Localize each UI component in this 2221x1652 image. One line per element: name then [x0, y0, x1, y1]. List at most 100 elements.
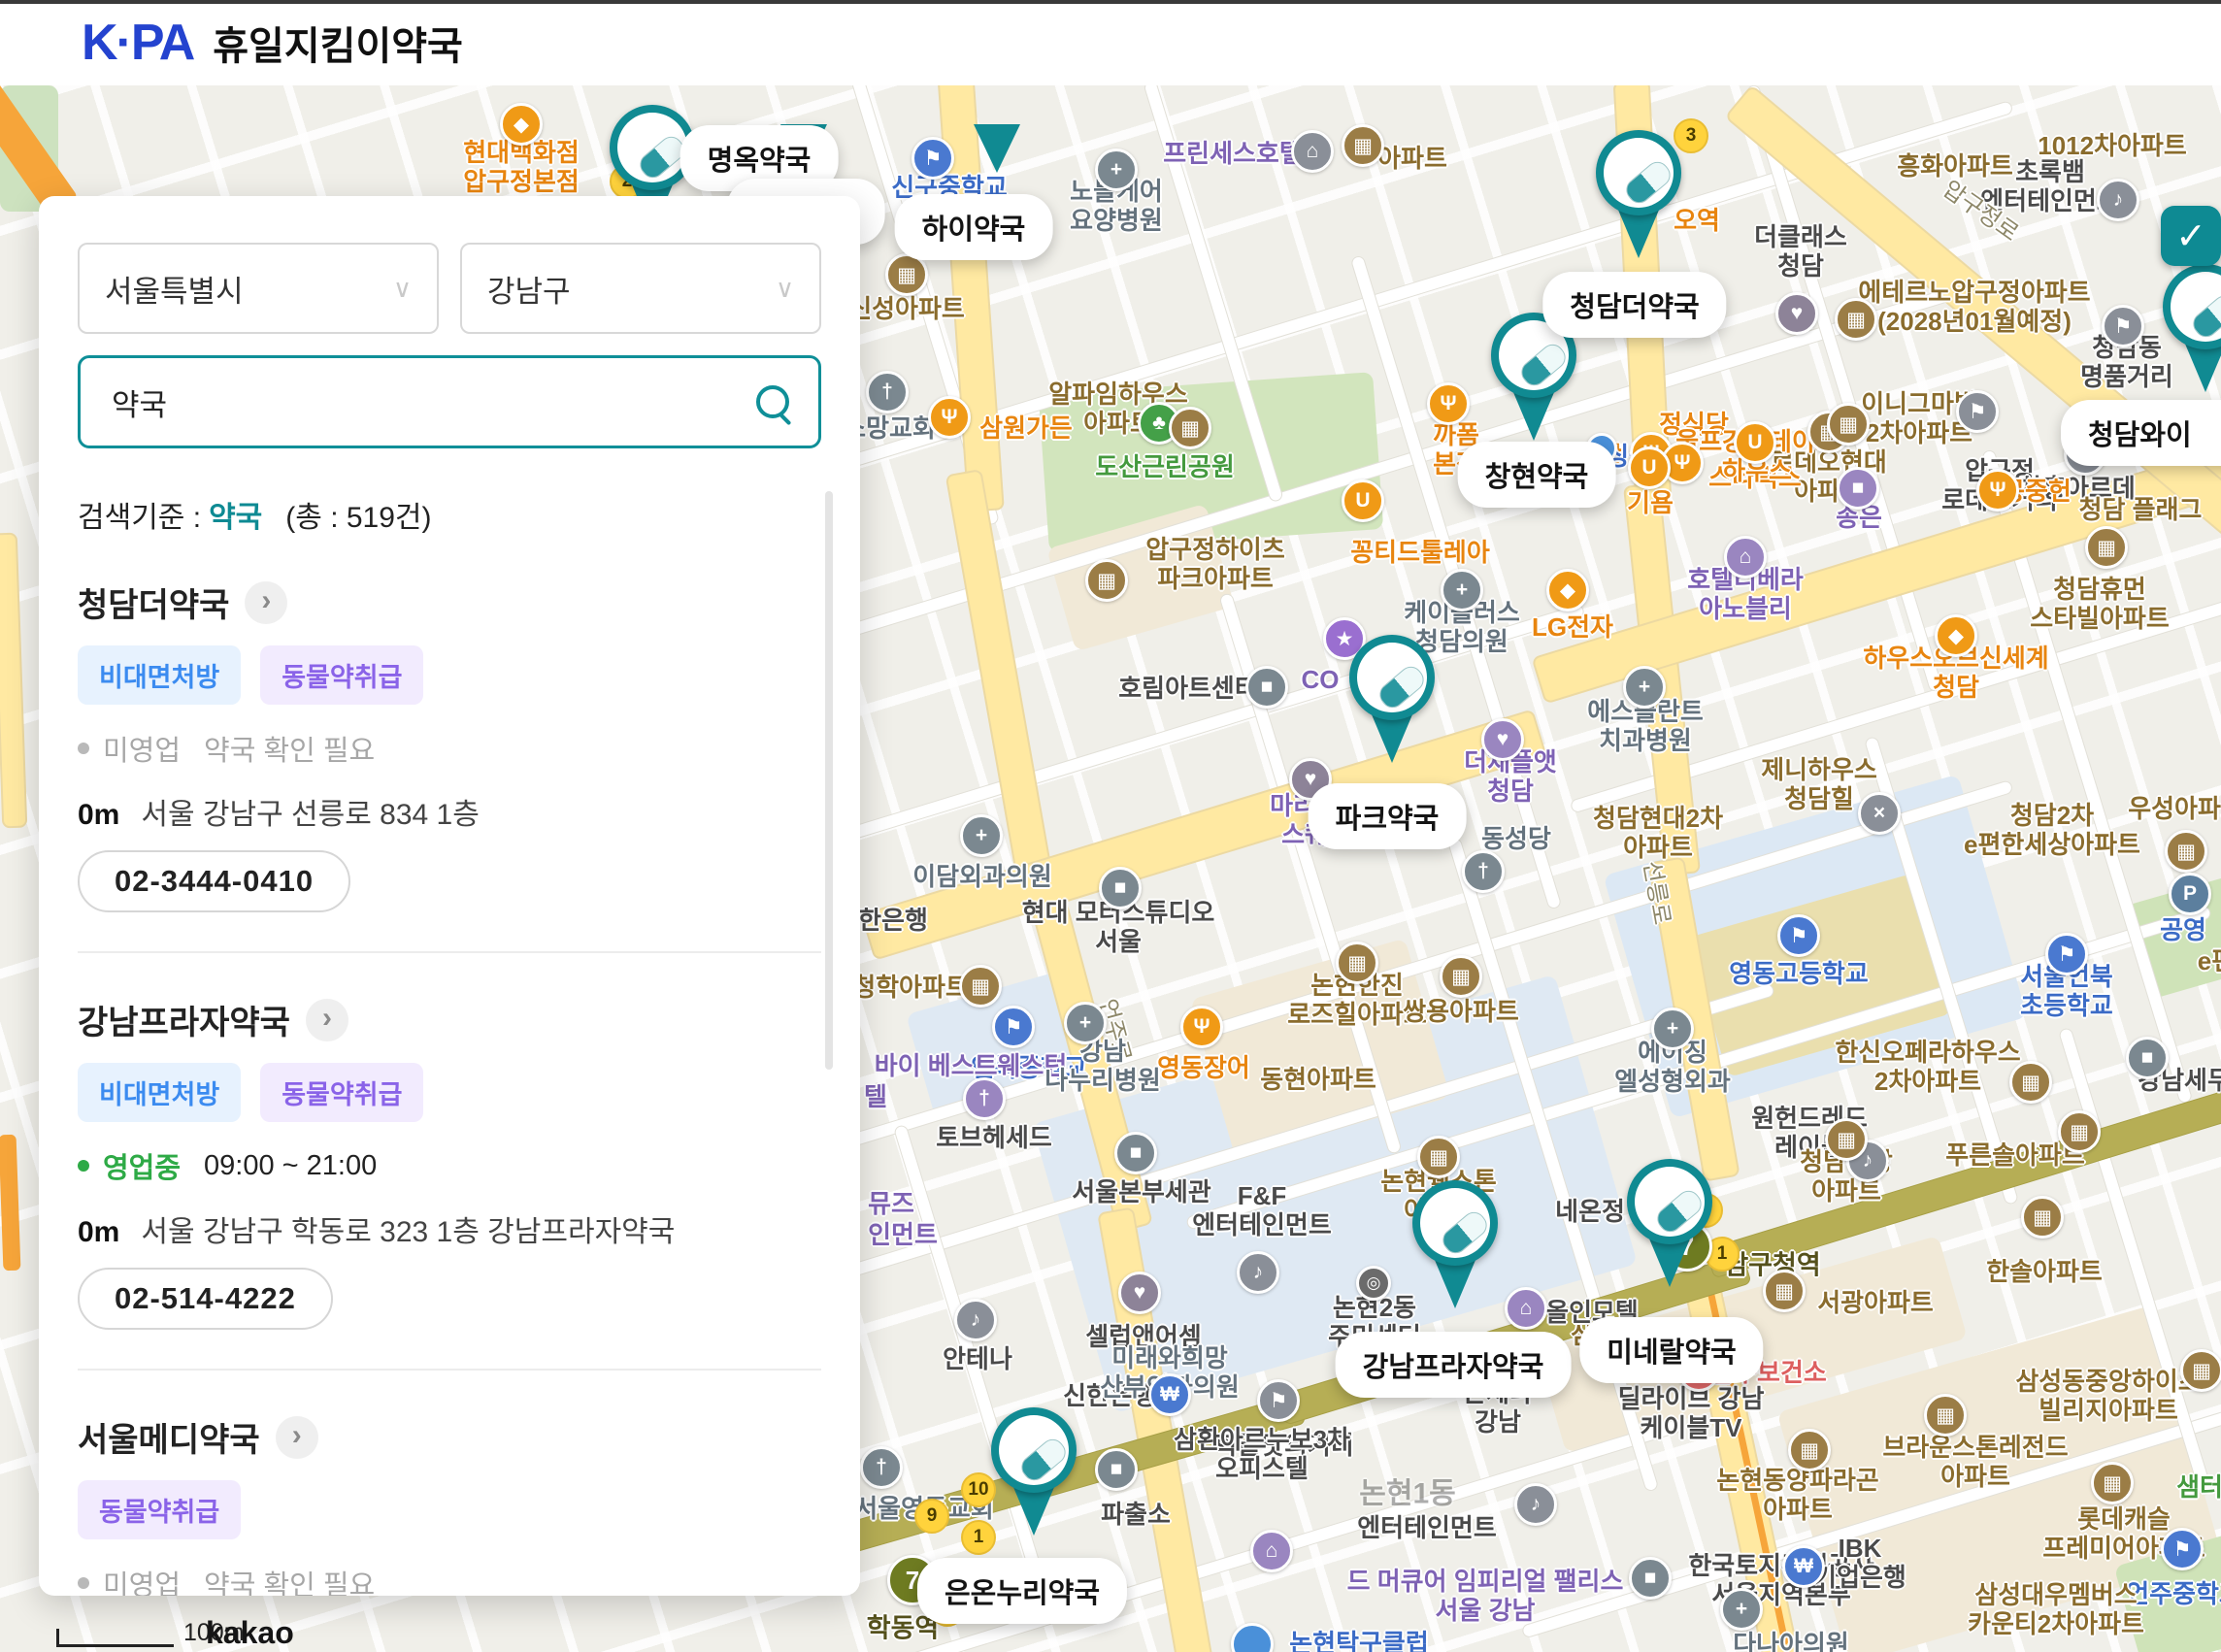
map-label: 도산근린공원	[1095, 452, 1235, 481]
map-label: 청학아파트	[852, 973, 969, 1002]
badge-tele: 비대면처방	[78, 1063, 241, 1122]
poi-icon: †	[1462, 850, 1505, 893]
pharmacy-result[interactable]: 청담더약국 › 비대면처방동물약취급 미영업 약국 확인 필요 0m 서울 강남…	[78, 578, 821, 912]
pharmacy-label-bubble[interactable]: 하이약국	[895, 194, 1053, 260]
badge-row: 비대면처방동물약취급	[78, 645, 821, 705]
poi-icon: ▦	[1169, 407, 1211, 449]
poi-icon: ◆	[1546, 569, 1589, 611]
road-sliver	[0, 1135, 20, 1272]
poi-icon: ₩	[1148, 1373, 1191, 1416]
address-row: 0m 서울 강남구 학동로 323 1층 강남프라자약국	[78, 1207, 821, 1250]
status-row: 영업중 09:00 ~ 21:00	[78, 1145, 821, 1186]
city-select[interactable]: 서울특별시 ∨	[78, 243, 439, 334]
pharmacy-pin[interactable]	[1596, 130, 1681, 262]
map-label: 인먼트	[868, 1220, 938, 1249]
pharmacy-pin[interactable]	[1627, 1159, 1712, 1291]
poi-icon: ♪	[1237, 1251, 1279, 1294]
panel-scrollbar[interactable]	[825, 491, 833, 1070]
status-detail: 약국 확인 필요	[204, 728, 375, 769]
map-label: 브라운스톤레전드아파트	[1882, 1433, 2068, 1491]
map-label: 파출소	[1101, 1500, 1171, 1529]
poi-icon: †	[866, 371, 909, 413]
pharmacy-pin[interactable]	[991, 1407, 1077, 1539]
search-icon[interactable]	[756, 385, 789, 418]
poi-icon: ⚑	[1257, 1379, 1300, 1422]
app-screen: 현대백화점압구정본점◆신구중학교⚑노블케어요양병원+프린세스호텔⌂아파트▦흥화아…	[0, 0, 2221, 1652]
pharmacy-pin[interactable]	[2163, 264, 2221, 396]
chevron-right-icon[interactable]: ›	[276, 1416, 318, 1459]
poi-icon: +	[1095, 149, 1138, 191]
map-label: 더클래스청담	[1754, 222, 1847, 281]
poi-icon: Ψ	[928, 396, 971, 439]
address: 서울 강남구 선릉로 834 1층	[141, 790, 479, 833]
phone-button[interactable]: 02-514-4222	[78, 1268, 333, 1330]
map-label: 토브헤세드	[936, 1123, 1052, 1152]
pharmacy-pin-tip[interactable]	[974, 124, 1020, 173]
pharmacy-label-bubble[interactable]: 파크약국	[1309, 783, 1467, 849]
poi-icon: ⚑	[2161, 1528, 2204, 1570]
status-row: 미영업 약국 확인 필요	[78, 728, 821, 769]
district-select-value: 강남구	[487, 267, 571, 311]
pharmacy-pin[interactable]	[1412, 1180, 1498, 1312]
poi-icon: ▦	[1440, 955, 1482, 998]
poi-icon: †	[860, 1446, 903, 1489]
distance: 0m	[78, 799, 119, 832]
map-label: 엔터테인먼트	[1357, 1513, 1497, 1542]
poi-icon: ⚑	[912, 137, 954, 180]
map-label: 청담현대2차아파트	[1593, 804, 1723, 862]
map-label: IBK기업은행	[1813, 1534, 1906, 1592]
status-state: 영업중	[103, 1145, 181, 1186]
status-detail: 09:00 ~ 21:00	[204, 1150, 377, 1182]
badge-tele: 비대면처방	[78, 645, 241, 705]
search-input[interactable]	[110, 383, 735, 420]
status-dot-icon	[78, 1160, 89, 1172]
phone-button[interactable]: 02-3444-0410	[78, 850, 350, 912]
pharmacy-result[interactable]: 서울메디약국 › 동물약취급 미영업 약국 확인 필요 0m 서울 강남구 대치…	[78, 1413, 821, 1596]
map-label: 에테르노압구정아파트(2028년01월예정)	[1858, 278, 2090, 336]
map-label: 샘터	[2176, 1472, 2221, 1502]
pharmacy-label-bubble[interactable]: 은온누리약국	[917, 1558, 1127, 1624]
map-label: 아파트	[1377, 144, 1447, 173]
status-dot-icon	[78, 743, 89, 754]
poi-icon: ■	[1099, 867, 1142, 909]
map-label: 서울본부세관	[1072, 1177, 1211, 1206]
map-label: 영동고등학교	[1729, 959, 1869, 988]
map-label: 다나아의원	[1733, 1630, 1849, 1652]
search-box[interactable]	[78, 355, 821, 448]
poi-icon: ⚑	[1777, 914, 1820, 957]
status-dot-icon	[78, 1577, 89, 1589]
poi-icon: ♥	[1481, 718, 1524, 761]
map-label: 이담외과의원	[912, 862, 1052, 891]
pharmacy-label-bubble[interactable]: 청담와이	[2061, 400, 2221, 466]
district-select[interactable]: 강남구 ∨	[460, 243, 821, 334]
dot-icon	[1231, 1623, 1274, 1652]
poi-icon: ▦	[1835, 298, 1877, 341]
pharmacy-label-bubble[interactable]: 미네랄약국	[1579, 1317, 1763, 1383]
poi-icon: ■	[1245, 666, 1288, 709]
poi-icon: ⚑	[2102, 305, 2144, 347]
map-label: 청담2차e편한세상아파트	[1964, 801, 2140, 859]
pin-inner	[1635, 1167, 1705, 1237]
pin-inner	[1420, 1188, 1490, 1258]
map-label: 한은행	[858, 906, 928, 935]
poi-icon: ▦	[1924, 1394, 1967, 1437]
poi-icon: ▦	[959, 965, 1002, 1008]
status-row: 미영업 약국 확인 필요	[78, 1563, 821, 1596]
map-label: 강남나누리병원	[1044, 1037, 1161, 1095]
poi-icon: ×	[1858, 792, 1901, 835]
poi-icon: ▦	[1342, 124, 1384, 167]
map-check-button[interactable]: ✓	[2161, 206, 2221, 266]
poi-icon: ♪	[954, 1299, 997, 1341]
map-label: 동성당	[1481, 824, 1551, 853]
poi-icon: U	[1734, 421, 1776, 464]
map-label: 한신오페라하우스2차아파트	[1835, 1038, 2020, 1096]
pharmacy-label-bubble[interactable]: 청담더약국	[1542, 272, 1726, 338]
pharmacy-label-bubble[interactable]: 창현약국	[1458, 442, 1616, 508]
pharmacy-result[interactable]: 강남프라자약국 › 비대면처방동물약취급 영업중 09:00 ~ 21:00 0…	[78, 996, 821, 1330]
pharmacy-label-bubble[interactable]: 강남프라자약국	[1336, 1332, 1572, 1398]
chevron-right-icon[interactable]: ›	[306, 999, 348, 1041]
map-label: 우성아파트	[2128, 794, 2221, 823]
scale-line	[56, 1629, 174, 1647]
pharmacy-pin[interactable]	[1349, 635, 1435, 767]
chevron-right-icon[interactable]: ›	[245, 581, 287, 624]
